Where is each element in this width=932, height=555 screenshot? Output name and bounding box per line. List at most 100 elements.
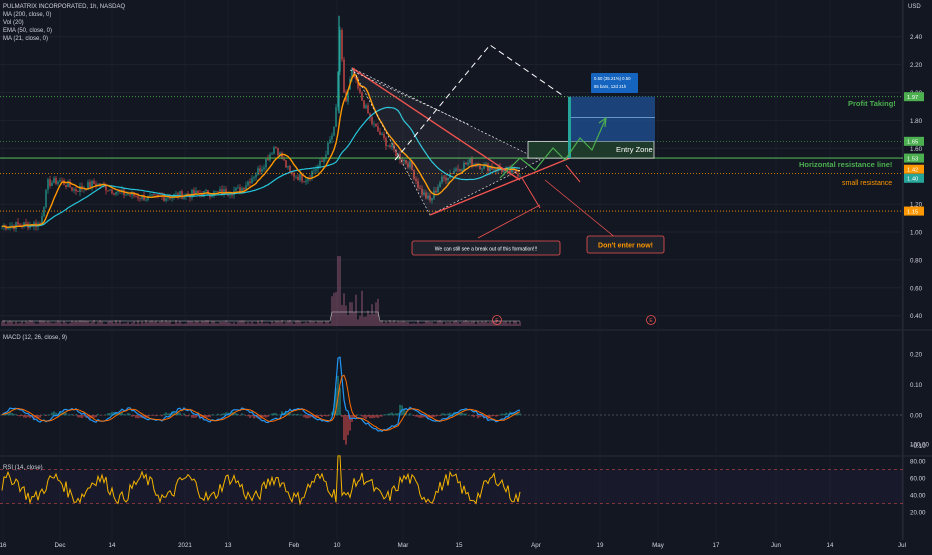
macd-histogram-bar [491, 415, 492, 416]
macd-histogram-bar [461, 413, 462, 416]
macd-histogram-bar [503, 414, 504, 415]
candle-body [167, 198, 168, 199]
macd-histogram-bar [15, 414, 16, 415]
volume-bar [285, 322, 286, 326]
volume-bar [253, 324, 254, 326]
volume-bar [321, 321, 322, 326]
macd-histogram-bar [369, 415, 370, 418]
candle-body [139, 198, 140, 199]
bearish-arrow[interactable] [522, 178, 540, 208]
volume-bar [445, 322, 446, 326]
volume-bar [157, 323, 158, 326]
price-axis-badge-label: 1.65 [907, 140, 918, 146]
candle-body [149, 196, 150, 197]
candle-body [299, 174, 300, 180]
time-tick-label: 13 [225, 542, 232, 549]
volume-bar [87, 321, 88, 326]
macd-histogram-bar [347, 415, 348, 435]
signal-line[interactable] [2, 375, 520, 430]
volume-bar [89, 323, 90, 326]
macd-histogram-bar [161, 415, 162, 416]
volume-bar [505, 321, 506, 326]
long-position-target[interactable] [568, 97, 655, 142]
candle-body [91, 181, 92, 187]
triangle-pattern[interactable] [352, 68, 540, 215]
macd-histogram-bar [149, 415, 150, 416]
macd-histogram-bar [265, 415, 266, 418]
volume-bar [25, 321, 26, 326]
volume-bar [433, 323, 434, 326]
macd-histogram-bar [191, 415, 192, 418]
macd-histogram-bar [447, 413, 448, 415]
volume-bar [183, 324, 184, 326]
volume-bar [185, 323, 186, 326]
volume-bar [387, 323, 388, 326]
macd-histogram-bar [519, 413, 520, 415]
macd-histogram-bar [373, 415, 374, 418]
volume-bar [361, 291, 362, 326]
candle-body [111, 189, 112, 193]
candle-body [165, 198, 166, 201]
volume-bar [221, 322, 222, 326]
time-tick-label: Dec [54, 542, 65, 549]
candle-body [373, 124, 374, 125]
macd-histogram-bar [413, 415, 414, 416]
candle-body [247, 182, 248, 186]
macd-histogram-bar [389, 413, 390, 415]
candle-body [259, 168, 260, 171]
price-tick-label: 2.40 [910, 34, 923, 41]
volume-bar [71, 321, 72, 326]
candle-body [325, 155, 326, 158]
macd-histogram-bar [217, 414, 218, 416]
chart-canvas[interactable]: 0.50 (35.21%) 0.5085 bars, 12d 21h 0.200… [0, 0, 932, 550]
volume-bar [21, 321, 22, 326]
indicator-ma21[interactable]: MA (21, close, 0) [3, 36, 48, 42]
macd-histogram-bar [475, 415, 476, 416]
chart[interactable]: 0.50 (35.21%) 0.5085 bars, 12d 21h 0.200… [0, 0, 932, 550]
volume-bar [209, 324, 210, 326]
volume-bar [169, 321, 170, 326]
bearish-arrow[interactable] [566, 165, 580, 182]
indicator-ma200[interactable]: MA (200, close, 0) [3, 12, 51, 18]
volume-bar [271, 321, 272, 326]
volume-bar [317, 321, 318, 326]
volume-bar [199, 323, 200, 326]
macd-histogram-bar [79, 415, 80, 418]
currency-label: USD [908, 4, 921, 10]
volume-bar [245, 324, 246, 326]
candle-body [265, 159, 266, 167]
macd-title[interactable]: MACD (12, 26, close, 9) [3, 335, 67, 341]
rsi-title[interactable]: RSI (14, close) [3, 465, 43, 471]
macd-histogram-bar [409, 413, 410, 415]
macd-histogram-bar [365, 415, 366, 419]
volume-bar [267, 323, 268, 326]
indicator-vol[interactable]: Vol (20) [3, 20, 24, 26]
volume-bar [423, 323, 424, 326]
volume-bar [411, 324, 412, 326]
volume-bar [247, 322, 248, 326]
macd-tick-label: 0.10 [910, 382, 923, 389]
volume-bar [201, 321, 202, 326]
volume-bar [43, 321, 44, 326]
volume-bar [269, 324, 270, 326]
macd-histogram-bar [77, 415, 78, 417]
macd-histogram-bar [219, 415, 220, 416]
candle-body [113, 193, 114, 194]
volume-bar [291, 322, 292, 326]
macd-tick-label: 0.00 [910, 413, 923, 420]
volume-bar [181, 324, 182, 326]
candle-body [237, 188, 238, 189]
volume-bar [231, 324, 232, 326]
macd-histogram-bar [465, 414, 466, 416]
time-tick-label: 10 [334, 542, 341, 549]
volume-bar [371, 304, 372, 326]
macd-tick-label: 0.20 [910, 352, 923, 359]
macd-histogram-bar [363, 415, 364, 418]
candle-body [361, 93, 362, 101]
candle-body [285, 160, 286, 167]
indicator-ema50[interactable]: EMA (50, close, 0) [3, 28, 52, 34]
macd-histogram-bar [51, 413, 52, 416]
macd-histogram-bar [267, 415, 268, 417]
candle-body [205, 190, 206, 191]
macd-histogram-bar [181, 415, 182, 416]
